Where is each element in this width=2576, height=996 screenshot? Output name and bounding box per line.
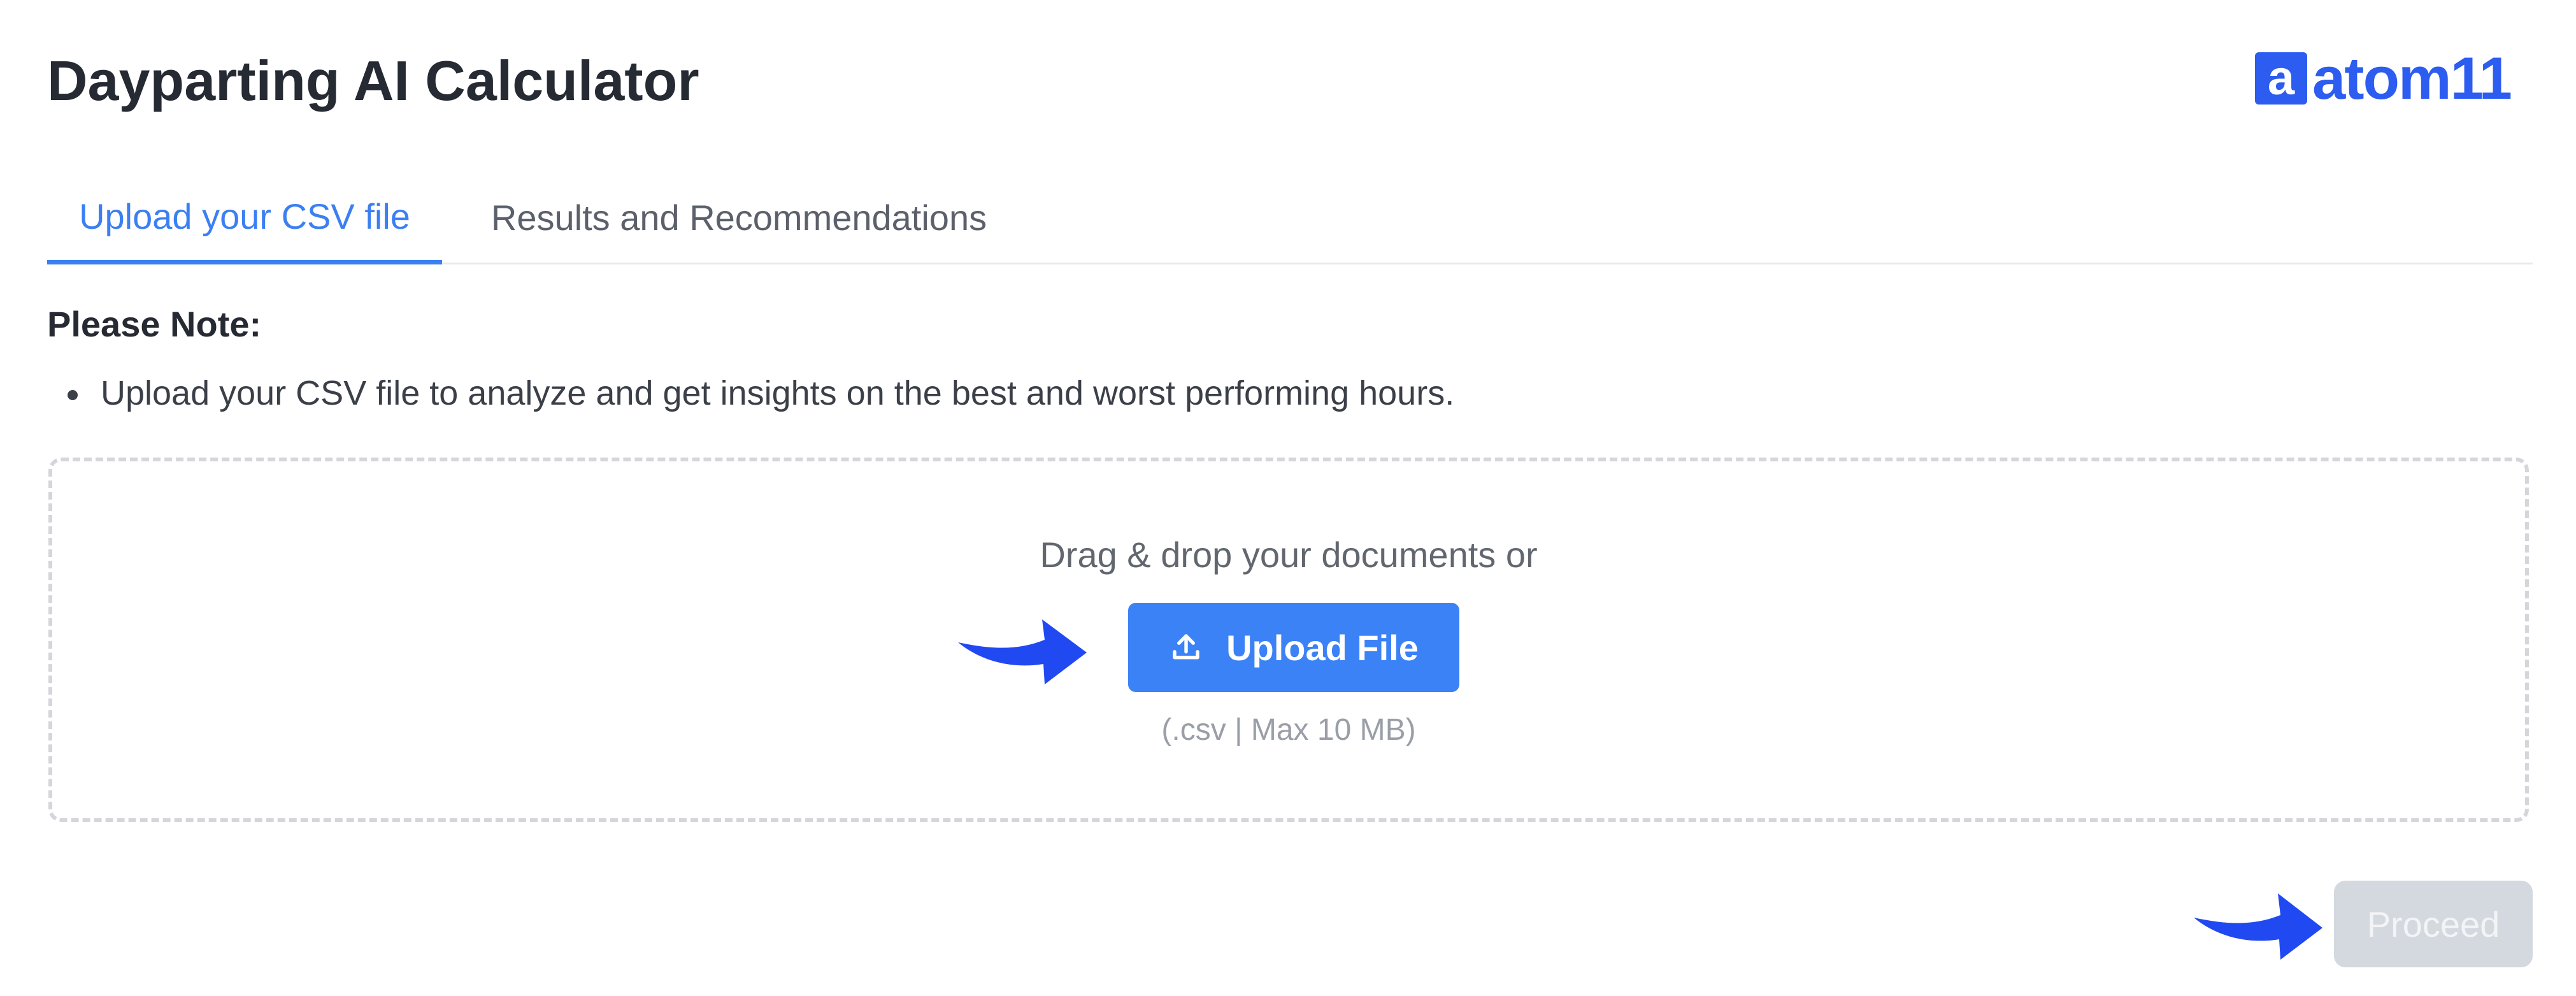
page-title: Dayparting AI Calculator bbox=[47, 49, 699, 112]
note-item-text: Upload your CSV file to analyze and get … bbox=[101, 374, 1455, 412]
arrow-right-icon bbox=[2194, 893, 2322, 960]
upload-file-label: Upload File bbox=[1226, 627, 1419, 668]
note-item: Upload your CSV file to analyze and get … bbox=[47, 371, 1454, 415]
arrow-right-icon bbox=[958, 619, 1087, 684]
logo-mark-icon: a bbox=[2255, 52, 2307, 105]
dropzone-prompt: Drag & drop your documents or bbox=[1040, 535, 1538, 575]
bullet-icon bbox=[68, 390, 78, 400]
tab-bar: Upload your CSV file Results and Recomme… bbox=[47, 172, 2533, 264]
logo-mark-letter: a bbox=[2268, 52, 2295, 105]
dayparting-calculator-page: Dayparting AI Calculator a atom11 Upload… bbox=[0, 0, 2576, 996]
note-list: Upload your CSV file to analyze and get … bbox=[47, 371, 1454, 415]
upload-file-button[interactable]: Upload File bbox=[1128, 603, 1459, 692]
note-heading: Please Note: bbox=[47, 304, 262, 344]
proceed-button[interactable]: Proceed bbox=[2334, 881, 2533, 967]
file-dropzone[interactable]: Drag & drop your documents or Upload Fil… bbox=[48, 458, 2529, 822]
upload-icon bbox=[1173, 634, 1199, 660]
logo-text: atom11 bbox=[2312, 45, 2512, 112]
tab-upload-csv[interactable]: Upload your CSV file bbox=[47, 172, 442, 264]
tab-results-recommendations[interactable]: Results and Recommendations bbox=[484, 172, 994, 263]
file-type-hint: (.csv | Max 10 MB) bbox=[1161, 713, 1416, 747]
atom11-logo: a atom11 bbox=[2255, 45, 2512, 112]
